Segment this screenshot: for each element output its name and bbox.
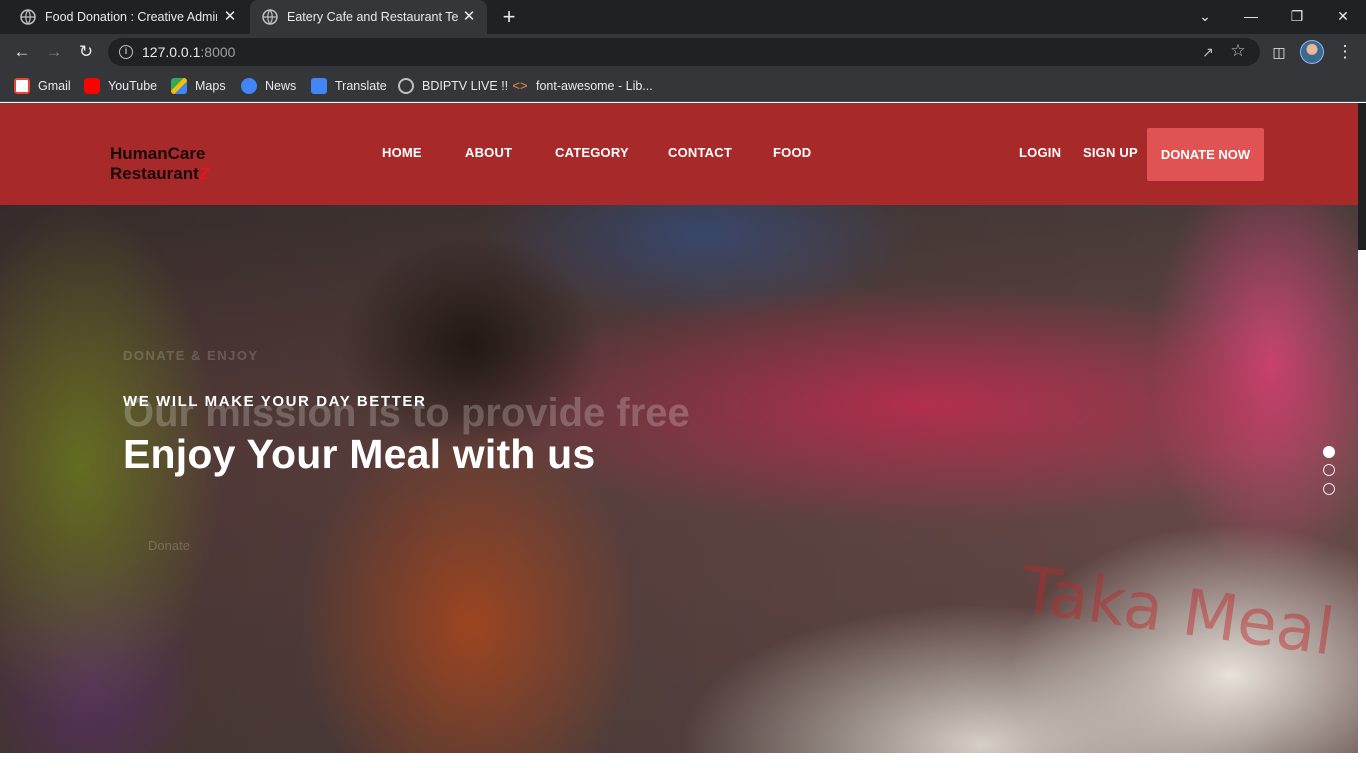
- reload-icon[interactable]: ↻: [74, 40, 98, 64]
- bookmark-label: Maps: [195, 79, 226, 93]
- slide-dot-1[interactable]: [1323, 446, 1335, 458]
- code-icon: <>: [512, 78, 528, 93]
- nav-food[interactable]: FOOD: [773, 145, 811, 160]
- bookmarks-bar: Gmail YouTube Maps News Translate BDIPTV…: [0, 70, 1366, 102]
- bookmark-news[interactable]: News: [241, 76, 296, 96]
- nav-category[interactable]: CATEGORY: [555, 145, 629, 160]
- browser-tab-strip: Food Donation : Creative Admin Tem ✕ Eat…: [0, 0, 1366, 34]
- maps-icon: [171, 78, 187, 94]
- hero-kicker: WE WILL MAKE YOUR DAY BETTER: [123, 393, 427, 410]
- tab-title: Food Donation : Creative Admin Tem: [45, 10, 217, 24]
- browser-tab-eatery-cafe[interactable]: Eatery Cafe and Restaurant Templa ✕: [250, 0, 487, 34]
- bookmark-youtube[interactable]: YouTube: [84, 76, 157, 96]
- signup-link[interactable]: SIGN UP: [1083, 145, 1138, 160]
- bookmark-label: BDIPTV LIVE !!: [422, 79, 509, 93]
- menu-dots-icon[interactable]: ⋮: [1333, 40, 1357, 64]
- share-icon[interactable]: ↗: [1198, 42, 1218, 62]
- logo-line2: RestaurantZ: [110, 164, 209, 184]
- slide-dot-2[interactable]: [1323, 464, 1335, 476]
- close-window-button[interactable]: ✕: [1320, 0, 1366, 34]
- gmail-icon: [14, 78, 30, 94]
- logo-line2-text: Restaurant: [110, 164, 199, 183]
- site-info-icon[interactable]: i: [119, 45, 133, 59]
- nav-about[interactable]: ABOUT: [465, 145, 512, 160]
- profile-avatar[interactable]: [1300, 40, 1324, 64]
- back-arrow-icon[interactable]: ←: [10, 40, 34, 64]
- bookmark-label: Gmail: [38, 79, 71, 93]
- nav-contact[interactable]: CONTACT: [668, 145, 732, 160]
- bookmark-translate[interactable]: Translate: [311, 76, 387, 96]
- side-panel-icon[interactable]: ◫: [1267, 40, 1291, 64]
- previous-slide-donate-button: Donate: [148, 538, 190, 553]
- bookmark-font-awesome[interactable]: <> font-awesome - Lib...: [512, 76, 653, 96]
- bookmark-label: font-awesome - Lib...: [536, 79, 653, 93]
- nav-home[interactable]: HOME: [382, 145, 422, 160]
- hero-slider: DONATE & ENJOY Our mission is to provide…: [0, 205, 1358, 753]
- bookmark-label: News: [265, 79, 297, 93]
- news-icon: [241, 78, 257, 94]
- hero-overlay: [0, 205, 1358, 753]
- slide-dot-3[interactable]: [1323, 483, 1335, 495]
- browser-toolbar: ← → ↻ i 127.0.0.1:8000 ↗ ☆ ◫ ⋮: [0, 34, 1366, 70]
- close-tab-icon[interactable]: ✕: [222, 9, 238, 25]
- close-tab-icon[interactable]: ✕: [461, 9, 477, 25]
- url-port: :8000: [200, 44, 236, 60]
- page-scrollbar[interactable]: [1358, 103, 1366, 768]
- url-host: 127.0.0.1: [142, 44, 201, 60]
- translate-icon: [311, 78, 327, 94]
- logo-line1: HumanCare: [110, 144, 206, 163]
- bookmark-bdiptv[interactable]: BDIPTV LIVE !!: [398, 76, 508, 96]
- page-below-hero: [0, 753, 1358, 768]
- restore-button[interactable]: ❐: [1274, 0, 1320, 34]
- tab-search-icon[interactable]: ⌄: [1182, 0, 1228, 34]
- bookmark-star-icon[interactable]: ☆: [1228, 41, 1248, 61]
- new-tab-button[interactable]: +: [499, 6, 519, 28]
- forward-arrow-icon[interactable]: →: [42, 40, 66, 64]
- globe-icon: [262, 9, 278, 25]
- youtube-icon: [84, 78, 100, 94]
- bookmark-label: YouTube: [108, 79, 158, 93]
- scrollbar-thumb[interactable]: [1358, 103, 1366, 250]
- site-logo[interactable]: HumanCare RestaurantZ: [110, 144, 209, 184]
- site-header: HumanCare RestaurantZ HOME ABOUT CATEGOR…: [0, 103, 1366, 205]
- tab-title: Eatery Cafe and Restaurant Templa: [287, 10, 459, 24]
- bookmark-label: Translate: [335, 79, 387, 93]
- browser-tab-food-donation[interactable]: Food Donation : Creative Admin Tem ✕: [8, 0, 248, 34]
- minimize-button[interactable]: —: [1228, 0, 1274, 34]
- donate-now-button[interactable]: DONATE NOW: [1147, 128, 1264, 181]
- login-link[interactable]: LOGIN: [1019, 145, 1061, 160]
- url-text: 127.0.0.1:8000: [142, 44, 235, 60]
- bookmark-maps[interactable]: Maps: [171, 76, 226, 96]
- previous-slide-kicker: DONATE & ENJOY: [123, 348, 259, 363]
- globe-icon: [398, 78, 414, 94]
- logo-mark: Z: [198, 164, 210, 183]
- address-bar[interactable]: i 127.0.0.1:8000 ↗ ☆: [108, 38, 1260, 66]
- globe-icon: [20, 9, 36, 25]
- hero-headline: Enjoy Your Meal with us: [123, 431, 596, 477]
- bookmark-gmail[interactable]: Gmail: [14, 76, 71, 96]
